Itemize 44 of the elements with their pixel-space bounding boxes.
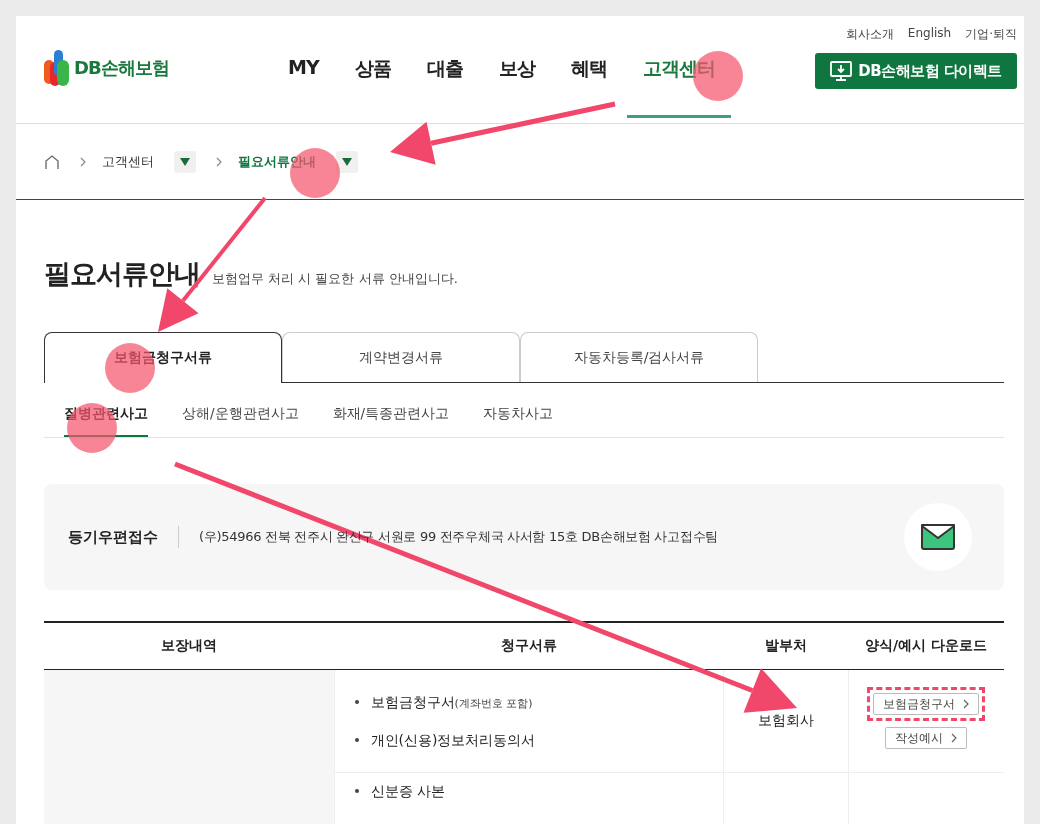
nav-item[interactable]: 대출 bbox=[410, 56, 479, 118]
column-header: 보장내역 bbox=[44, 622, 334, 670]
subtab[interactable]: 상해/운행관련사고 bbox=[182, 405, 299, 437]
document-item: 개인(신용)정보처리동의서 bbox=[354, 722, 703, 758]
top-link[interactable]: 회사소개 bbox=[845, 26, 894, 43]
chevron-icon bbox=[216, 156, 222, 167]
logo-icon bbox=[44, 48, 70, 88]
dropdown-button[interactable] bbox=[336, 150, 358, 173]
home-icon[interactable] bbox=[44, 153, 60, 170]
column-header: 양식/예시 다운로드 bbox=[848, 622, 1004, 670]
document-item: 보험금청구서(계좌번호 포함) bbox=[354, 684, 703, 722]
nav-item[interactable]: 혜택 bbox=[554, 56, 623, 118]
dropdown-button[interactable] bbox=[174, 150, 196, 173]
nav-item[interactable]: 보상 bbox=[482, 56, 551, 118]
page-subtitle: 보험업무 처리 시 필요한 서류 안내입니다. bbox=[212, 270, 458, 288]
document-item: 신분증 사본 bbox=[354, 777, 703, 805]
mail-label: 등기우편접수 bbox=[68, 526, 179, 548]
breadcrumb-link[interactable]: 고객센터 bbox=[102, 152, 154, 171]
subtab[interactable]: 화재/특종관련사고 bbox=[332, 405, 450, 437]
page-title: 필요서류안내 bbox=[44, 257, 200, 291]
bullet-icon bbox=[354, 737, 359, 742]
nav-item[interactable]: 상품 bbox=[338, 56, 407, 118]
logo-text[interactable]: DB손해보험 bbox=[74, 56, 169, 80]
chevron-icon bbox=[963, 699, 970, 709]
column-header: 발부처 bbox=[723, 622, 848, 670]
bullet-icon bbox=[354, 788, 359, 793]
monitor-icon bbox=[830, 61, 853, 81]
chevron-icon bbox=[951, 733, 958, 743]
tab[interactable]: 자동차등록/검사서류 bbox=[520, 332, 758, 382]
caret-icon bbox=[342, 157, 352, 166]
top-link[interactable]: English bbox=[907, 26, 952, 43]
tab[interactable]: 계약변경서류 bbox=[282, 332, 520, 382]
direct-button[interactable]: DB손해보험 다이렉트 bbox=[815, 53, 1017, 89]
nav-item[interactable]: MY bbox=[272, 56, 335, 118]
subtab[interactable]: 자동차사고 bbox=[483, 405, 554, 437]
chevron-icon bbox=[80, 156, 86, 167]
bullet-icon bbox=[354, 699, 359, 704]
download-button[interactable]: 보험금청구서 bbox=[873, 693, 980, 715]
top-link[interactable]: 기업·퇴직 bbox=[965, 26, 1017, 43]
download-button[interactable]: 작성예시 bbox=[885, 727, 968, 749]
caret-icon bbox=[180, 157, 190, 166]
breadcrumb-link[interactable]: 필요서류안내 bbox=[238, 152, 316, 171]
issuer-text: 보험회사 bbox=[757, 712, 814, 728]
column-header: 청구서류 bbox=[334, 622, 723, 670]
